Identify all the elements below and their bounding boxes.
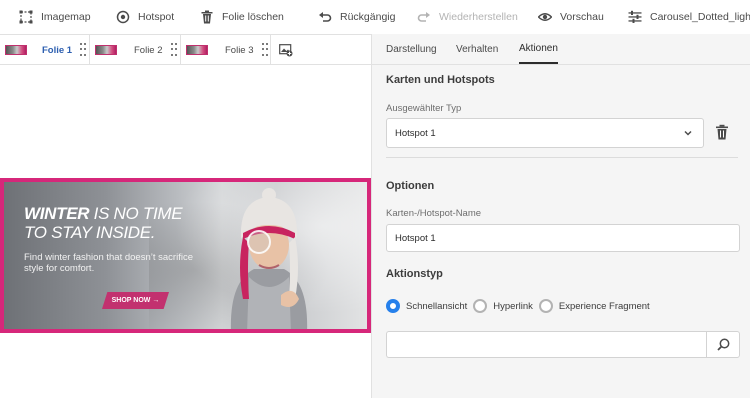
preview-label: Vorschau <box>560 11 604 23</box>
editor-canvas: WINTER IS NO TIME TO STAY INSIDE. Find w… <box>0 65 371 398</box>
banner-image[interactable]: WINTER IS NO TIME TO STAY INSIDE. Find w… <box>0 178 371 333</box>
selected-type-select[interactable]: Hotspot 1 <box>386 118 704 148</box>
hotspot-label: Hotspot <box>138 11 175 23</box>
search-button[interactable] <box>706 331 740 358</box>
section-title-cards: Karten und Hotspots <box>386 74 495 86</box>
drag-handle-icon[interactable] <box>261 43 268 57</box>
tab-aktionen[interactable]: Aktionen <box>519 34 558 64</box>
slide-tab-label: Folie 1 <box>42 44 73 56</box>
slide-thumbnail <box>5 45 27 55</box>
radio-button[interactable] <box>473 299 488 313</box>
hotspot-marker[interactable] <box>247 230 271 254</box>
action-type-title: Aktionstyp <box>386 268 443 280</box>
radio-experience-fragment[interactable]: Experience Fragment <box>538 299 650 313</box>
radio-hyperlink[interactable]: Hyperlink <box>473 299 533 313</box>
undo-label: Rückgängig <box>340 11 396 23</box>
selected-type-value: Hotspot 1 <box>395 127 436 139</box>
slide-thumbnail <box>186 45 208 55</box>
divider <box>386 157 738 158</box>
chevron-down-icon <box>684 130 692 136</box>
panel-tabs: Darstellung Verhalten Aktionen <box>372 34 750 65</box>
redo-button[interactable]: Wiederherstellen <box>417 0 518 34</box>
radio-label: Experience Fragment <box>558 300 650 312</box>
hotspot-name-value: Hotspot 1 <box>395 232 436 244</box>
sliders-icon <box>628 10 642 23</box>
delete-slide-label: Folie löschen <box>222 11 284 23</box>
model-photo <box>230 188 308 329</box>
imagemap-button[interactable]: Imagemap <box>19 0 91 34</box>
redo-label: Wiederherstellen <box>439 11 518 23</box>
drag-handle-icon[interactable] <box>170 43 177 57</box>
radio-label: Hyperlink <box>493 300 533 312</box>
delete-slide-button[interactable]: Folie löschen <box>200 0 284 34</box>
undo-icon <box>319 12 332 22</box>
slide-tab-1[interactable]: Folie 1 <box>0 35 90 65</box>
radio-quickview[interactable]: Schnellansicht <box>386 299 467 313</box>
slide-tab-label: Folie 2 <box>134 44 163 56</box>
properties-panel: Darstellung Verhalten Aktionen Karten un… <box>371 34 750 398</box>
drag-handle-icon[interactable] <box>80 43 87 57</box>
tab-verhalten[interactable]: Verhalten <box>456 34 498 64</box>
slide-tab-2[interactable]: Folie 2 <box>90 35 181 65</box>
action-type-radio-group: Schnellansicht Hyperlink Experience Frag… <box>386 298 656 314</box>
radio-button[interactable] <box>538 299 553 313</box>
preview-button[interactable]: Vorschau <box>538 0 604 34</box>
shop-now-button: SHOP NOW → <box>102 292 169 309</box>
trash-icon <box>201 10 213 24</box>
radio-label: Schnellansicht <box>406 300 468 312</box>
banner-headline: WINTER IS NO TIME TO STAY INSIDE. <box>24 204 183 242</box>
undo-button[interactable]: Rückgängig <box>318 0 395 34</box>
tab-darstellung[interactable]: Darstellung <box>386 34 437 64</box>
banner-subline: Find winter fashion that doesn’t sacrifi… <box>24 252 193 274</box>
section-title-options: Optionen <box>386 180 435 192</box>
viewer-preset-button[interactable]: Carousel_Dotted_light <box>628 0 750 34</box>
hotspot-name-label: Karten-/Hotspot-Name <box>386 208 482 219</box>
radio-button[interactable] <box>386 299 400 313</box>
delete-hotspot-icon[interactable] <box>715 124 729 140</box>
slide-tab-3[interactable]: Folie 3 <box>181 35 271 65</box>
hotspot-icon <box>116 10 130 24</box>
slide-tabs: Folie 1 Folie 2 Folie 3 <box>0 34 371 65</box>
imagemap-label: Imagemap <box>41 11 91 23</box>
search-icon <box>716 338 729 351</box>
hotspot-name-field[interactable]: Hotspot 1 <box>386 224 740 252</box>
hotspot-button[interactable]: Hotspot <box>116 0 174 34</box>
selected-type-label: Ausgewählter Typ <box>386 103 462 114</box>
slide-tab-label: Folie 3 <box>225 44 254 56</box>
redo-icon <box>417 12 430 22</box>
imagemap-icon <box>19 10 33 24</box>
toolbar: Imagemap Hotspot Folie löschen Rückgängi… <box>0 0 750 34</box>
eye-icon <box>538 13 552 21</box>
slide-thumbnail <box>95 45 117 55</box>
add-slide-icon[interactable] <box>279 43 293 57</box>
viewer-preset-label: Carousel_Dotted_light <box>650 11 750 23</box>
quickview-search-input[interactable] <box>386 331 706 358</box>
